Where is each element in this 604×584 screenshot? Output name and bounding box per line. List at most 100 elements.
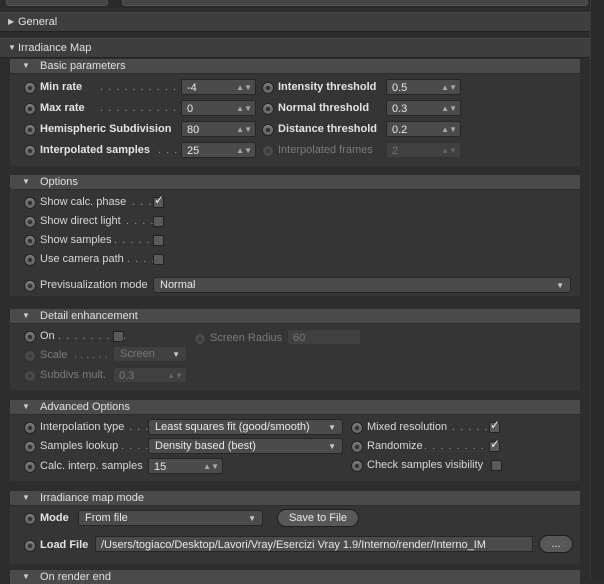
mode-value: From file bbox=[85, 512, 128, 524]
mixed-resolution-label: Mixed resolution bbox=[367, 421, 448, 433]
samples-lookup-dropdown[interactable]: Density based (best) ▼ bbox=[148, 438, 343, 454]
spinner-icon[interactable]: ▲▼ bbox=[441, 101, 457, 117]
load-file-path: /Users/togiaco/Desktop/Lavori/Vray/Eserc… bbox=[101, 539, 486, 551]
samples-lookup-label: Samples lookup bbox=[40, 440, 119, 452]
section-general-header[interactable]: ▶ General bbox=[0, 12, 590, 32]
samples-lookup-radio[interactable] bbox=[24, 441, 36, 453]
interpolation-type-radio[interactable] bbox=[24, 422, 36, 434]
intensity-threshold-label: Intensity threshold bbox=[278, 81, 377, 93]
intensity-threshold-field[interactable]: 0.5 ▲▼ bbox=[386, 79, 461, 95]
chevron-down-icon: ▼ bbox=[556, 281, 564, 290]
calc-interp-samples-field[interactable]: 15 ▲▼ bbox=[148, 458, 223, 474]
max-rate-value: 0 bbox=[187, 103, 194, 115]
show-calc-phase-radio[interactable] bbox=[24, 197, 36, 209]
triangle-down-icon: ▼ bbox=[22, 493, 30, 502]
mode-radio[interactable] bbox=[24, 513, 36, 525]
randomize-radio[interactable] bbox=[351, 441, 363, 453]
load-file-path-field[interactable]: /Users/togiaco/Desktop/Lavori/Vray/Eserc… bbox=[95, 536, 533, 552]
spinner-icon[interactable]: ▲▼ bbox=[236, 143, 252, 159]
distance-threshold-field[interactable]: 0.2 ▲▼ bbox=[386, 121, 461, 137]
subdivs-mult-radio bbox=[24, 370, 36, 382]
check-visibility-radio[interactable] bbox=[351, 460, 363, 472]
browse-button[interactable]: ... bbox=[539, 535, 573, 553]
detail-on-checkbox[interactable] bbox=[113, 331, 124, 342]
detail-on-label: On bbox=[40, 330, 55, 342]
show-direct-light-radio[interactable] bbox=[24, 216, 36, 228]
screen-radius-label: Screen Radius bbox=[210, 332, 283, 344]
irradiance-map-mode-label: Irradiance map mode bbox=[40, 492, 144, 504]
show-direct-light-checkbox[interactable] bbox=[153, 216, 164, 227]
triangle-down-icon: ▼ bbox=[22, 177, 30, 186]
scrollbar[interactable] bbox=[590, 0, 604, 580]
spinner-icon[interactable]: ▲▼ bbox=[236, 80, 252, 96]
use-camera-path-checkbox[interactable] bbox=[153, 254, 164, 265]
triangle-right-icon: ▶ bbox=[8, 17, 15, 26]
spinner-icon: ▲▼ bbox=[441, 146, 457, 155]
samples-lookup-dots: . . . . bbox=[121, 440, 150, 452]
check-visibility-checkbox[interactable] bbox=[491, 460, 502, 471]
spinner-icon[interactable]: ▲▼ bbox=[236, 101, 252, 117]
triangle-down-icon: ▼ bbox=[22, 402, 30, 411]
chevron-down-icon: ▼ bbox=[328, 423, 336, 432]
check-visibility-label: Check samples visibility bbox=[367, 459, 484, 471]
max-rate-label: Max rate bbox=[40, 102, 85, 114]
checkmark-icon: ✓ bbox=[490, 418, 501, 432]
mixed-resolution-dots: . . . . . bbox=[452, 421, 489, 433]
spinner-icon[interactable]: ▲▼ bbox=[441, 80, 457, 96]
hemispheric-field[interactable]: 80 ▲▼ bbox=[181, 121, 256, 137]
show-samples-radio[interactable] bbox=[24, 235, 36, 247]
spinner-icon[interactable]: ▲▼ bbox=[441, 122, 457, 138]
randomize-checkbox[interactable]: ✓ bbox=[489, 437, 500, 452]
intensity-threshold-radio[interactable] bbox=[262, 82, 274, 94]
top-control-left[interactable] bbox=[6, 0, 108, 6]
save-to-file-button[interactable]: Save to File bbox=[277, 509, 359, 527]
interpolated-samples-value: 25 bbox=[187, 145, 200, 157]
hemispheric-radio[interactable] bbox=[24, 124, 36, 136]
samples-lookup-value: Density based (best) bbox=[155, 440, 256, 452]
on-render-end-label: On render end bbox=[40, 571, 111, 583]
min-rate-radio[interactable] bbox=[24, 82, 36, 94]
normal-threshold-field[interactable]: 0.3 ▲▼ bbox=[386, 100, 461, 116]
subdivs-mult-field: 0.3 ▲▼ bbox=[113, 367, 187, 383]
options-label: Options bbox=[40, 176, 78, 188]
show-samples-label: Show samples bbox=[40, 234, 112, 246]
max-rate-radio[interactable] bbox=[24, 103, 36, 115]
mixed-resolution-radio[interactable] bbox=[351, 422, 363, 434]
load-file-radio[interactable] bbox=[24, 540, 36, 552]
options-header[interactable]: ▼ Options bbox=[10, 175, 580, 189]
screen-radius-field: 60 bbox=[287, 329, 361, 345]
advanced-options-header[interactable]: ▼ Advanced Options bbox=[10, 400, 580, 414]
interpolated-samples-radio[interactable] bbox=[24, 145, 36, 157]
hemispheric-value: 80 bbox=[187, 124, 200, 136]
on-render-end-header[interactable]: ▼ On render end bbox=[10, 570, 580, 584]
previs-mode-dropdown[interactable]: Normal ▼ bbox=[153, 277, 571, 293]
min-rate-field[interactable]: -4 ▲▼ bbox=[181, 79, 256, 95]
max-rate-field[interactable]: 0 ▲▼ bbox=[181, 100, 256, 116]
interpolation-type-dropdown[interactable]: Least squares fit (good/smooth) ▼ bbox=[148, 419, 343, 435]
basic-parameters-header[interactable]: ▼ Basic parameters bbox=[10, 59, 580, 73]
scale-dots: . . . . . . bbox=[74, 349, 108, 361]
checkmark-icon: ✓ bbox=[490, 437, 501, 451]
top-control-right[interactable] bbox=[122, 0, 588, 6]
detail-enhancement-header[interactable]: ▼ Detail enhancement bbox=[10, 309, 580, 323]
interpolated-samples-field[interactable]: 25 ▲▼ bbox=[181, 142, 256, 158]
scale-dropdown: Screen ▼ bbox=[113, 346, 187, 362]
distance-threshold-radio[interactable] bbox=[262, 124, 274, 136]
mode-dropdown[interactable]: From file ▼ bbox=[78, 510, 263, 526]
spinner-icon[interactable]: ▲▼ bbox=[236, 122, 252, 138]
detail-on-radio[interactable] bbox=[24, 331, 36, 343]
show-samples-checkbox[interactable] bbox=[153, 235, 164, 246]
advanced-options-label: Advanced Options bbox=[40, 401, 130, 413]
use-camera-path-radio[interactable] bbox=[24, 254, 36, 266]
show-samples-dots: . . . . . . bbox=[114, 234, 159, 246]
previs-mode-value: Normal bbox=[160, 279, 196, 291]
show-calc-phase-checkbox[interactable]: ✓ bbox=[153, 193, 164, 208]
spinner-icon[interactable]: ▲▼ bbox=[203, 459, 219, 475]
irradiance-map-mode-header[interactable]: ▼ Irradiance map mode bbox=[10, 491, 580, 505]
min-rate-label: Min rate bbox=[40, 81, 83, 93]
section-irradiance-map-header[interactable]: ▼ Irradiance Map bbox=[0, 38, 590, 58]
normal-threshold-radio[interactable] bbox=[262, 103, 274, 115]
calc-interp-samples-radio[interactable] bbox=[24, 461, 36, 473]
previs-mode-radio[interactable] bbox=[24, 280, 36, 292]
mixed-resolution-checkbox[interactable]: ✓ bbox=[489, 418, 500, 433]
